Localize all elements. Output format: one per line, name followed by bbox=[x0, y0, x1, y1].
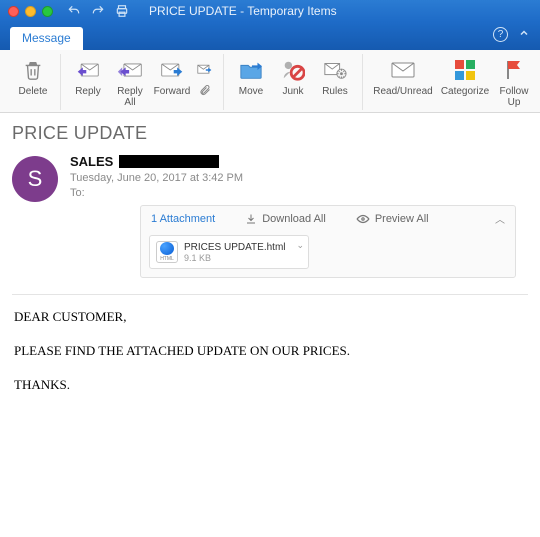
reply-all-icon bbox=[117, 56, 143, 84]
trash-icon bbox=[22, 56, 44, 84]
attachment-item[interactable]: HTML PRICES UPDATE.html 9.1 KB ⌄ bbox=[149, 235, 309, 269]
attachment-menu-icon[interactable]: ⌄ bbox=[296, 240, 304, 251]
redo-icon[interactable] bbox=[91, 4, 105, 18]
sender-avatar: S bbox=[12, 156, 58, 202]
body-line-2: PLEASE FIND THE ATTACHED UPDATE ON OUR P… bbox=[14, 343, 526, 359]
flag-icon bbox=[504, 56, 524, 84]
tab-message[interactable]: Message bbox=[10, 27, 83, 50]
html-file-icon: HTML bbox=[156, 241, 178, 263]
download-icon bbox=[245, 213, 257, 225]
from-name: SALES bbox=[70, 154, 113, 169]
tab-row: Message ? bbox=[0, 22, 540, 50]
preview-all-button[interactable]: Preview All bbox=[356, 213, 429, 225]
attachment-small-icon bbox=[199, 84, 211, 96]
zoom-window-button[interactable] bbox=[42, 6, 53, 17]
forward-button[interactable]: Forward bbox=[151, 54, 193, 110]
titlebar: PRICE UPDATE - Temporary Items bbox=[0, 0, 540, 22]
help-icon[interactable]: ? bbox=[493, 27, 508, 42]
message-header: S SALES Tuesday, June 20, 2017 at 3:42 P… bbox=[0, 150, 540, 284]
undo-icon[interactable] bbox=[67, 4, 81, 18]
attachment-bar: 1 Attachment Download All Preview All ︿ … bbox=[140, 205, 516, 278]
to-label: To: bbox=[70, 187, 528, 199]
sent-date: Tuesday, June 20, 2017 at 3:42 PM bbox=[70, 172, 528, 184]
categorize-button[interactable]: Categorize bbox=[437, 54, 493, 110]
envelope-arrow-small-icon bbox=[197, 56, 213, 84]
junk-button[interactable]: Junk bbox=[272, 54, 314, 110]
reply-all-button[interactable]: Reply All bbox=[109, 54, 151, 110]
delete-button[interactable]: Delete bbox=[12, 54, 54, 110]
window-controls bbox=[8, 6, 53, 17]
attachment-count[interactable]: 1 Attachment bbox=[151, 213, 215, 225]
attachment-size: 9.1 KB bbox=[184, 253, 286, 263]
print-icon[interactable] bbox=[115, 4, 129, 18]
move-icon bbox=[239, 56, 263, 84]
minimize-window-button[interactable] bbox=[25, 6, 36, 17]
forward-icon bbox=[160, 56, 184, 84]
categorize-icon bbox=[454, 56, 476, 84]
envelope-icon bbox=[390, 56, 416, 84]
window-title: PRICE UPDATE - Temporary Items bbox=[149, 4, 532, 18]
rules-icon bbox=[323, 56, 347, 84]
body-line-3: THANKS. bbox=[14, 377, 526, 393]
read-unread-button[interactable]: Read/Unread bbox=[369, 54, 437, 110]
follow-up-button[interactable]: Follow Up bbox=[493, 54, 535, 110]
from-address-redacted bbox=[119, 155, 219, 168]
subject-heading: PRICE UPDATE bbox=[0, 113, 540, 150]
forward-attachment-button[interactable] bbox=[193, 54, 217, 110]
ribbon: Delete Reply Reply All Forward Move Junk bbox=[0, 50, 540, 113]
close-window-button[interactable] bbox=[8, 6, 19, 17]
attachment-name: PRICES UPDATE.html bbox=[184, 242, 286, 253]
eye-icon bbox=[356, 213, 370, 225]
collapse-attachments-icon[interactable]: ︿ bbox=[495, 211, 505, 226]
message-body: DEAR CUSTOMER, PLEASE FIND THE ATTACHED … bbox=[0, 295, 540, 425]
reply-icon bbox=[76, 56, 100, 84]
collapse-ribbon-icon[interactable] bbox=[518, 27, 530, 42]
rules-button[interactable]: Rules bbox=[314, 54, 356, 110]
body-line-1: DEAR CUSTOMER, bbox=[14, 309, 526, 325]
junk-icon bbox=[281, 56, 305, 84]
move-button[interactable]: Move bbox=[230, 54, 272, 110]
reply-button[interactable]: Reply bbox=[67, 54, 109, 110]
download-all-button[interactable]: Download All bbox=[245, 213, 326, 225]
